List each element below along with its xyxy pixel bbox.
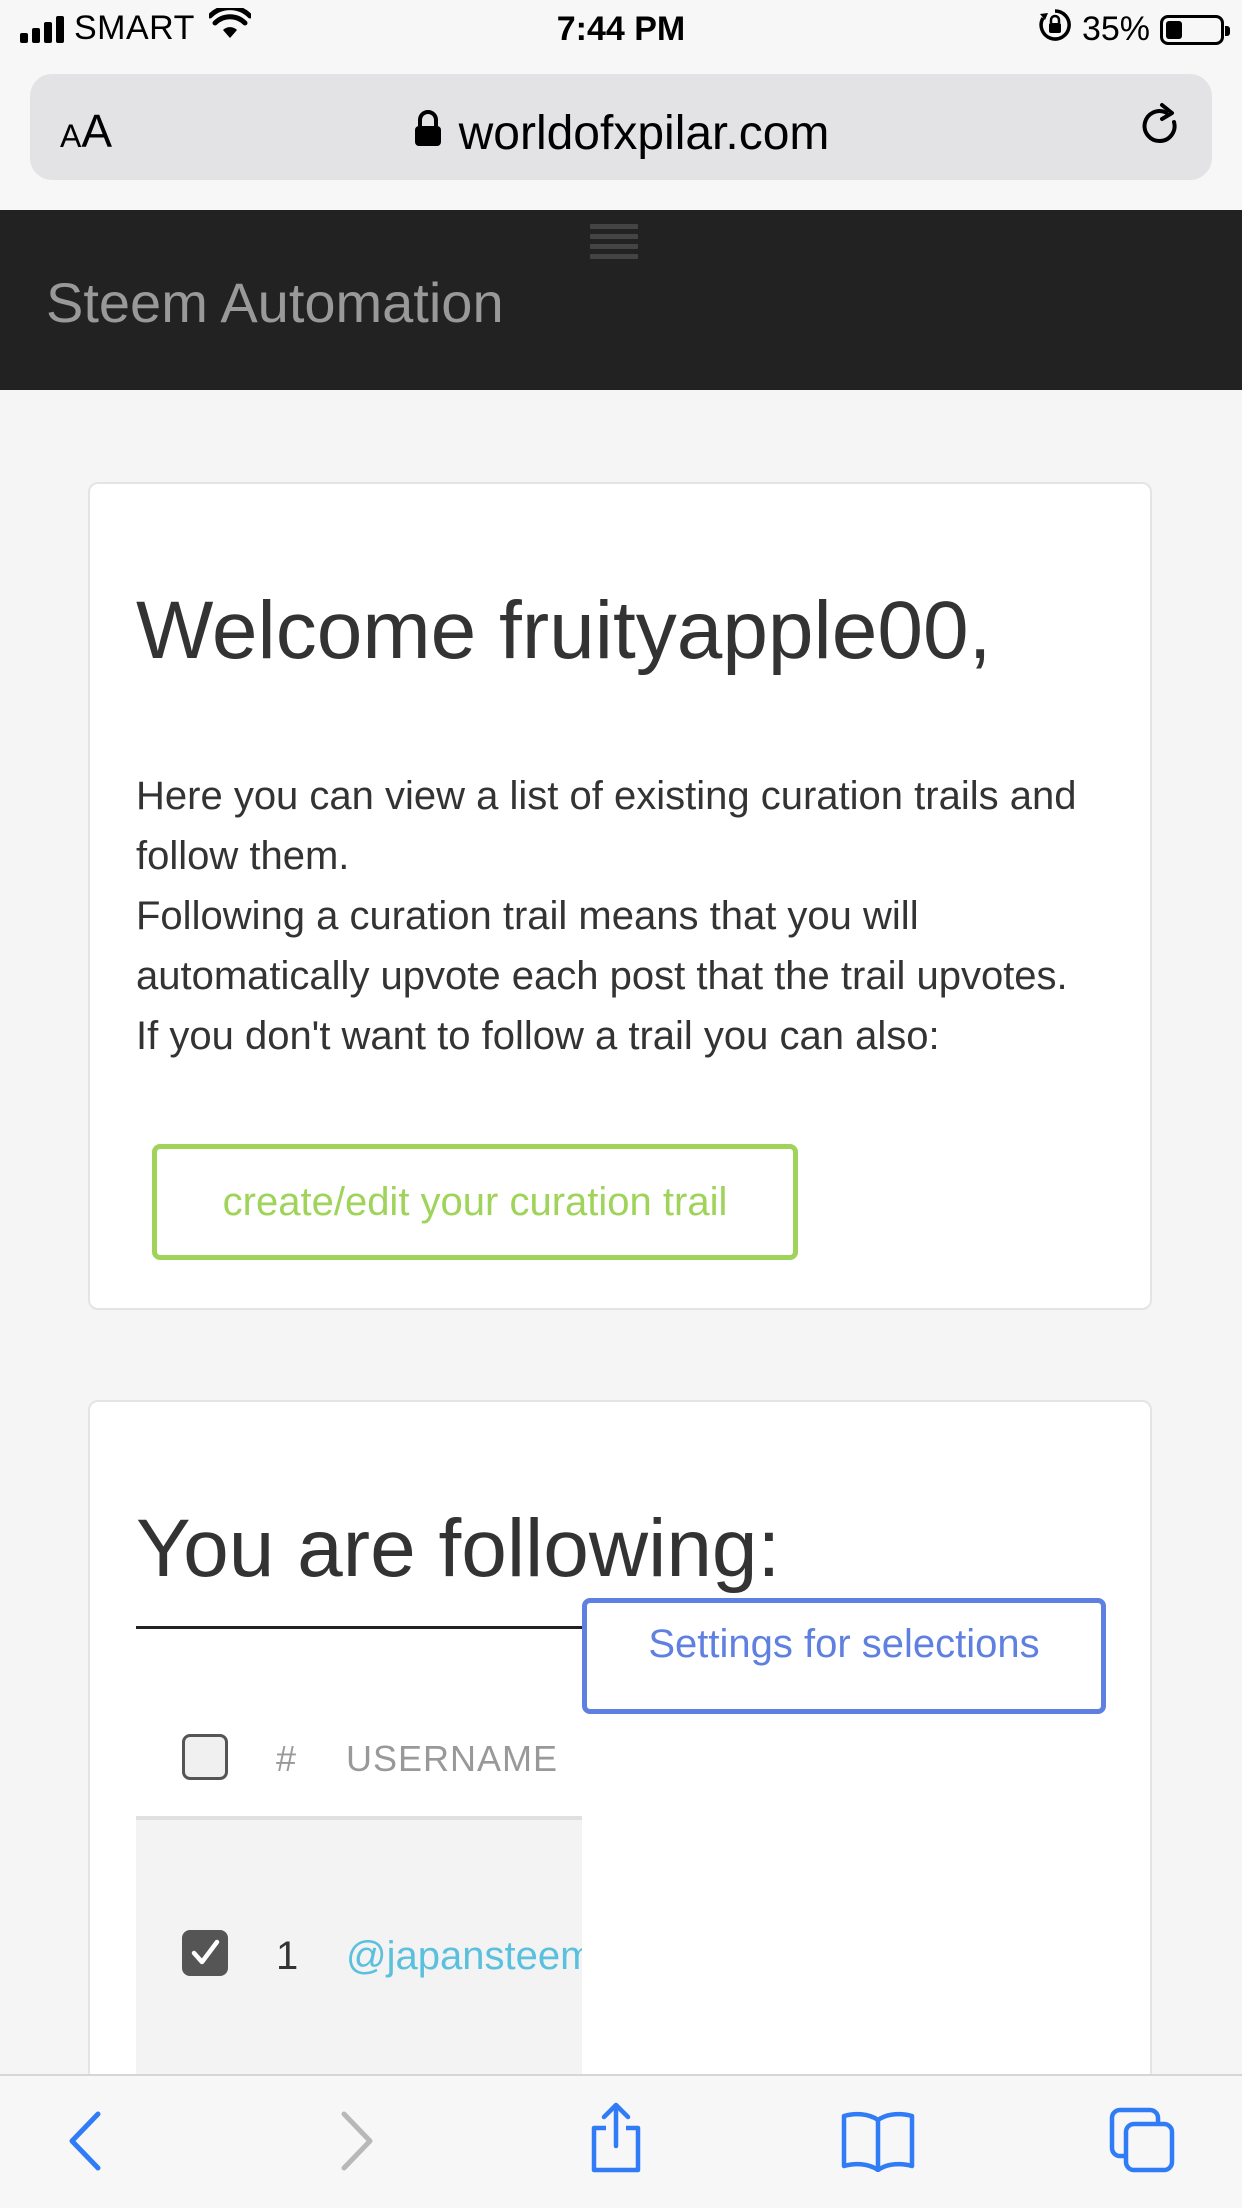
- reload-icon[interactable]: [1136, 102, 1186, 157]
- status-right: 35%: [1038, 8, 1230, 51]
- browser-toolbar: [0, 2074, 1242, 2208]
- header-number: #: [276, 1738, 297, 1779]
- back-icon[interactable]: [66, 2110, 106, 2177]
- header-username[interactable]: USERNAME: [346, 1738, 558, 1780]
- site-navbar: Steem Automation: [0, 210, 1242, 390]
- status-bar: SMART 7:44 PM 35%: [0, 0, 1242, 62]
- checkmark-icon: [191, 1939, 220, 1965]
- forward-icon[interactable]: [336, 2110, 376, 2177]
- following-table: # USERNAME 1 @japansteemit: [136, 1702, 582, 2120]
- table-header: # USERNAME: [136, 1702, 582, 1820]
- address-bar-area: AA worldofxpilar.com: [0, 62, 1242, 210]
- url-text: worldofxpilar.com: [458, 107, 830, 160]
- row-number: 1: [276, 1934, 299, 1978]
- welcome-card: Welcome fruityapple00, Here you can view…: [88, 482, 1152, 1310]
- intro-paragraph-2: Following a curation trail means that yo…: [136, 894, 1068, 998]
- select-all-checkbox[interactable]: [182, 1734, 228, 1780]
- username-link[interactable]: @japansteemit: [346, 1934, 582, 1979]
- battery-icon: [1160, 14, 1230, 45]
- row-checkbox[interactable]: [182, 1930, 228, 1976]
- hamburger-menu-icon[interactable]: [590, 224, 638, 264]
- url-field[interactable]: worldofxpilar.com: [30, 106, 1212, 161]
- following-heading: You are following:: [136, 1503, 781, 1594]
- rotation-lock-icon: [1038, 8, 1072, 51]
- welcome-intro: Here you can view a list of existing cur…: [136, 766, 1096, 1066]
- address-bar[interactable]: AA worldofxpilar.com: [30, 74, 1212, 180]
- intro-paragraph-3: If you don't want to follow a trail you …: [136, 1014, 940, 1058]
- tabs-icon[interactable]: [1108, 2106, 1176, 2179]
- welcome-heading: Welcome fruityapple00,: [136, 585, 992, 676]
- create-trail-button[interactable]: create/edit your curation trail: [152, 1144, 798, 1260]
- share-icon[interactable]: [586, 2102, 646, 2179]
- bookmarks-icon[interactable]: [840, 2110, 916, 2177]
- settings-button-label: Settings for selections: [648, 1621, 1040, 1666]
- settings-for-selections-button[interactable]: Settings for selections: [582, 1598, 1106, 1714]
- intro-paragraph-1: Here you can view a list of existing cur…: [136, 774, 1077, 878]
- lock-icon: [413, 105, 443, 160]
- battery-percent: 35%: [1081, 10, 1150, 48]
- brand-title[interactable]: Steem Automation: [46, 270, 504, 335]
